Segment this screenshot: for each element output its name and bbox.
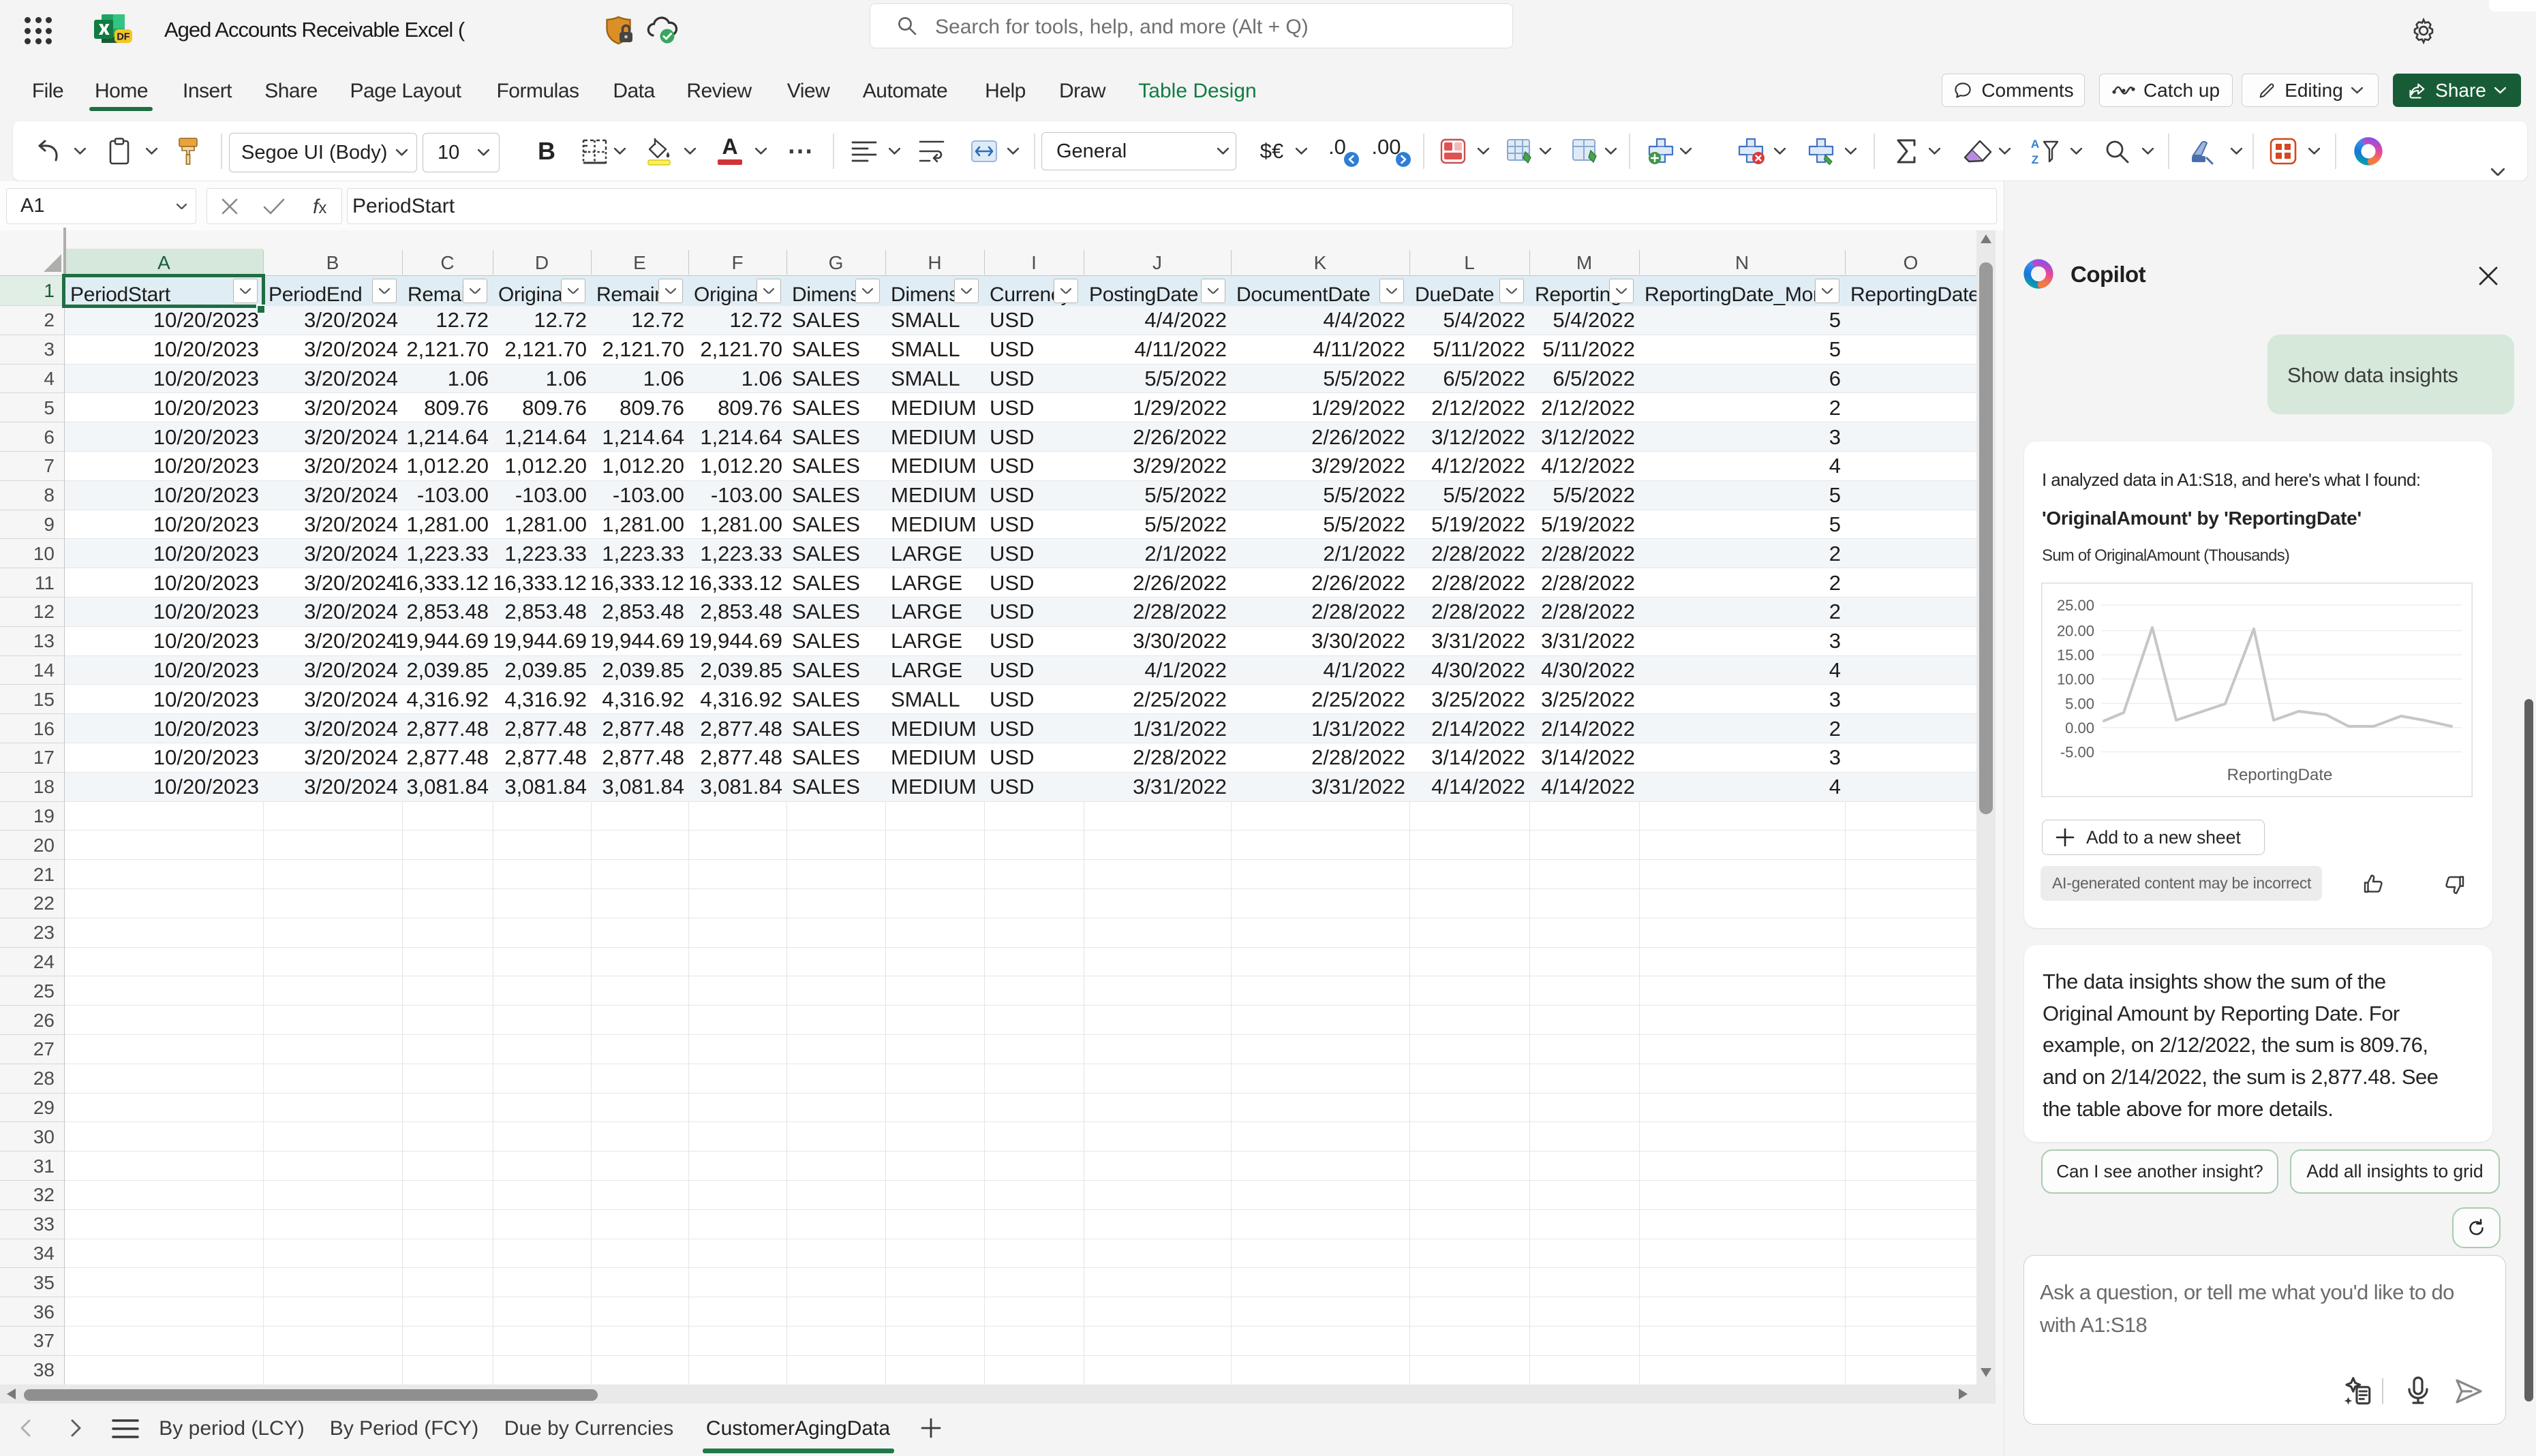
svg-text:-5.00: -5.00 bbox=[2060, 744, 2094, 761]
svg-text:20.00: 20.00 bbox=[2057, 623, 2094, 640]
svg-text:Z: Z bbox=[2032, 153, 2038, 165]
svg-text:15.00: 15.00 bbox=[2057, 647, 2094, 664]
svg-text:DF: DF bbox=[117, 32, 129, 43]
svg-text:5.00: 5.00 bbox=[2065, 696, 2094, 713]
svg-text:ReportingDate: ReportingDate bbox=[2227, 766, 2333, 784]
svg-text:0.00: 0.00 bbox=[2065, 719, 2094, 737]
svg-text:25.00: 25.00 bbox=[2057, 597, 2094, 614]
svg-text:A: A bbox=[2031, 138, 2039, 151]
svg-text:10.00: 10.00 bbox=[2057, 671, 2094, 688]
